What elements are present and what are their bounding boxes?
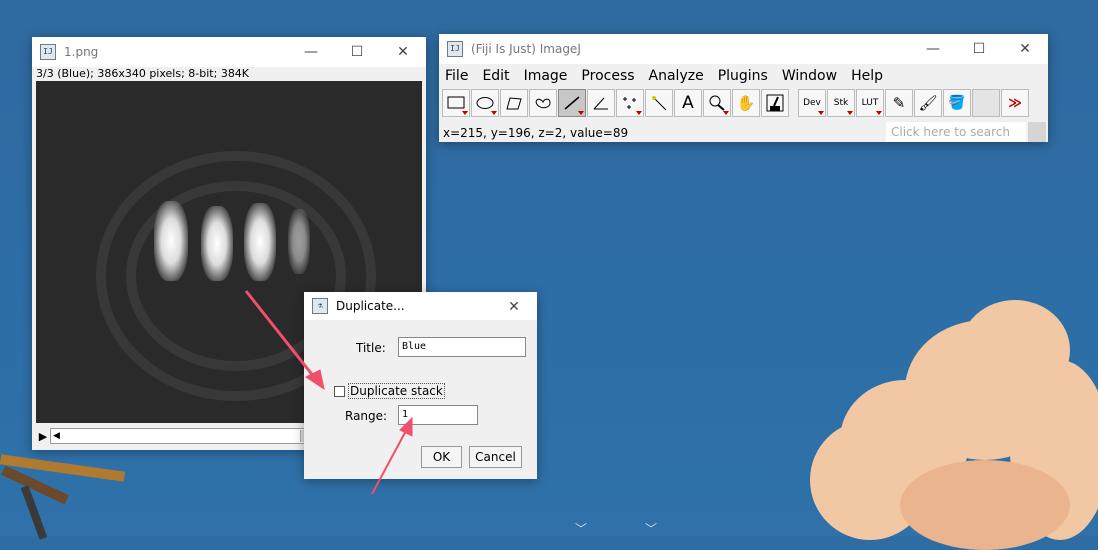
maximize-button[interactable]: ☐: [956, 34, 1002, 64]
menu-plugins[interactable]: Plugins: [718, 68, 768, 84]
range-field[interactable]: 1: [398, 405, 478, 425]
status-text: x=215, y=196, z=2, value=89: [443, 126, 629, 140]
dialog-titlebar[interactable]: ⚗ Duplicate... ✕: [304, 292, 537, 320]
more-tools-button[interactable]: ≫: [1001, 89, 1029, 117]
empty-tool-slot: [972, 89, 1000, 117]
microscope-icon: ⚗: [312, 298, 328, 314]
title-label: Title:: [356, 341, 386, 355]
menu-window[interactable]: Window: [782, 68, 837, 84]
cancel-button[interactable]: Cancel: [469, 446, 522, 468]
rectangle-tool-icon[interactable]: [442, 89, 470, 117]
color-picker-tool-icon[interactable]: [761, 89, 789, 117]
duplicate-dialog[interactable]: ⚗ Duplicate... ✕ Title: Blue Duplicate s…: [304, 292, 537, 479]
polygon-tool-icon[interactable]: [500, 89, 528, 117]
wand-tool-icon[interactable]: [645, 89, 673, 117]
minimize-button[interactable]: —: [910, 34, 956, 64]
menu-edit[interactable]: Edit: [482, 68, 509, 84]
toolbar: A ✋ Dev Stk LUT ✎ 🖌 🪣 ≫: [439, 88, 1048, 118]
chevron-down-icon: ﹀: [645, 522, 658, 536]
play-icon[interactable]: ▶: [36, 430, 50, 443]
scroll-left-icon[interactable]: ◀: [53, 429, 60, 443]
menu-file[interactable]: File: [445, 68, 468, 84]
ok-button[interactable]: OK: [421, 446, 462, 468]
lut-tool-label: LUT: [861, 98, 879, 108]
title-field[interactable]: Blue: [398, 337, 526, 357]
stk-tool-button[interactable]: Stk: [827, 89, 855, 117]
image-info: 3/3 (Blue); 386x340 pixels; 8-bit; 384K: [32, 67, 426, 81]
chevron-down-icon: ﹀: [575, 522, 588, 536]
angle-tool-icon[interactable]: [587, 89, 615, 117]
imagej-main-window[interactable]: IJ (Fiji Is Just) ImageJ — ☐ ✕ File Edit…: [439, 34, 1048, 142]
close-button[interactable]: ✕: [1002, 34, 1048, 64]
duplicate-stack-label[interactable]: Duplicate stack: [348, 383, 445, 399]
menu-bar: File Edit Image Process Analyze Plugins …: [439, 64, 1048, 88]
status-row: x=215, y=196, z=2, value=89 Click here t…: [439, 118, 1048, 146]
point-tool-icon[interactable]: [616, 89, 644, 117]
imagej-titlebar[interactable]: IJ (Fiji Is Just) ImageJ — ☐ ✕: [439, 34, 1048, 64]
flood-fill-tool-icon[interactable]: 🪣: [943, 89, 971, 117]
lut-tool-button[interactable]: LUT: [856, 89, 884, 117]
stk-tool-label: Stk: [833, 98, 849, 108]
duplicate-stack-checkbox[interactable]: [334, 386, 345, 397]
line-tool-icon[interactable]: [558, 89, 586, 117]
more-tools-label: ≫: [1008, 95, 1022, 111]
dialog-title: Duplicate...: [336, 299, 405, 313]
image-window-title: 1.png: [64, 45, 99, 59]
menu-process[interactable]: Process: [581, 68, 634, 84]
close-button[interactable]: ✕: [380, 37, 426, 67]
image-window-titlebar[interactable]: IJ 1.png — ☐ ✕: [32, 37, 426, 67]
freehand-tool-icon[interactable]: [529, 89, 557, 117]
fiji-icon: IJ: [40, 44, 56, 60]
pencil-tool-icon[interactable]: ✎: [885, 89, 913, 117]
close-button[interactable]: ✕: [491, 292, 537, 322]
fiji-icon: IJ: [447, 41, 463, 57]
desktop-wallpaper-structure: [0, 445, 126, 540]
search-options-button[interactable]: [1028, 122, 1046, 142]
menu-help[interactable]: Help: [851, 68, 883, 84]
hand-tool-icon[interactable]: ✋: [732, 89, 760, 117]
dev-tool-label: Dev: [803, 98, 821, 108]
magnifier-tool-icon[interactable]: [703, 89, 731, 117]
brush-tool-icon[interactable]: 🖌: [914, 89, 942, 117]
maximize-button[interactable]: ☐: [334, 37, 380, 67]
text-tool-icon[interactable]: A: [674, 89, 702, 117]
dialog-body: Title: Blue Duplicate stack Range: 1 OK …: [304, 320, 537, 479]
range-label: Range:: [345, 409, 388, 423]
minimize-button[interactable]: —: [288, 37, 334, 67]
menu-image[interactable]: Image: [524, 68, 568, 84]
oval-tool-icon[interactable]: [471, 89, 499, 117]
menu-analyze[interactable]: Analyze: [649, 68, 704, 84]
search-input[interactable]: Click here to search: [886, 122, 1026, 142]
dev-tool-button[interactable]: Dev: [798, 89, 826, 117]
imagej-title: (Fiji Is Just) ImageJ: [471, 42, 581, 56]
